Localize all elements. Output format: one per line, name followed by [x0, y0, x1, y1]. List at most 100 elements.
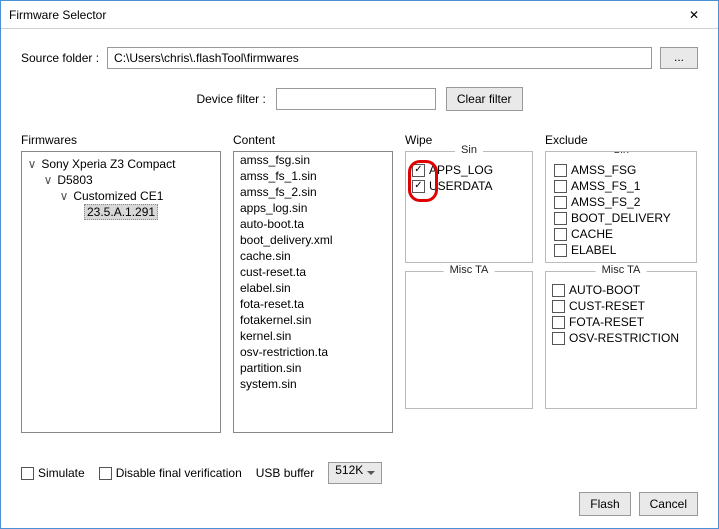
- source-row: Source folder : ...: [21, 47, 698, 69]
- close-button[interactable]: ✕: [674, 2, 714, 28]
- tree-node-version[interactable]: 23.5.A.1.291: [24, 204, 218, 220]
- checkbox-icon: [554, 228, 567, 241]
- chevron-down-icon[interactable]: ∨: [26, 157, 38, 171]
- exclude-column: Exclude Sin AMSS_FSGAMSS_FS_1AMSS_FS_2BO…: [545, 133, 697, 433]
- checkbox-label: CUST-RESET: [569, 299, 645, 313]
- checkbox-icon: [552, 332, 565, 345]
- usb-buffer-select[interactable]: 512K: [328, 462, 382, 484]
- list-item[interactable]: amss_fs_2.sin: [234, 184, 392, 200]
- chevron-down-icon[interactable]: ∨: [42, 173, 54, 187]
- simulate-label: Simulate: [38, 466, 85, 480]
- tree-label: Customized CE1: [73, 189, 163, 203]
- checkbox-row[interactable]: APPS_LOG: [412, 162, 526, 178]
- device-filter-label: Device filter :: [196, 92, 265, 106]
- checkbox-row[interactable]: AUTO-BOOT: [552, 282, 690, 298]
- firmware-selector-window: Firmware Selector ✕ Source folder : ... …: [0, 0, 719, 529]
- list-item[interactable]: amss_fsg.sin: [234, 152, 392, 168]
- wipe-misc-group: Misc TA: [405, 271, 533, 409]
- main-columns: Firmwares ∨ Sony Xperia Z3 Compact ∨ D58…: [21, 133, 698, 433]
- browse-button[interactable]: ...: [660, 47, 698, 69]
- list-item[interactable]: osv-restriction.ta: [234, 344, 392, 360]
- checkbox-icon: [412, 180, 425, 193]
- usb-buffer-label: USB buffer: [256, 466, 314, 480]
- checkbox-label: ELABEL: [571, 243, 616, 257]
- checkbox-icon: [99, 467, 112, 480]
- group-title-misc: Misc TA: [596, 264, 647, 276]
- firmwares-tree[interactable]: ∨ Sony Xperia Z3 Compact ∨ D5803 ∨ Custo…: [21, 151, 221, 433]
- content-header: Content: [233, 133, 393, 147]
- checkbox-icon: [412, 164, 425, 177]
- list-item[interactable]: fotakernel.sin: [234, 312, 392, 328]
- list-item[interactable]: elabel.sin: [234, 280, 392, 296]
- flash-button[interactable]: Flash: [579, 492, 630, 516]
- checkbox-label: AMSS_FS_2: [571, 195, 640, 209]
- chevron-down-icon[interactable]: ∨: [58, 189, 70, 203]
- tree-node-variant[interactable]: ∨ Customized CE1: [24, 188, 218, 204]
- list-item[interactable]: boot_delivery.xml: [234, 232, 392, 248]
- checkbox-icon: [554, 180, 567, 193]
- dialog-body: Source folder : ... Device filter : Clea…: [1, 29, 718, 454]
- disable-final-verification-checkbox[interactable]: Disable final verification: [99, 465, 242, 481]
- list-item[interactable]: kernel.sin: [234, 328, 392, 344]
- simulate-checkbox[interactable]: Simulate: [21, 465, 85, 481]
- checkbox-row[interactable]: CACHE: [552, 226, 696, 242]
- checkbox-row[interactable]: BOOT_DELIVERY: [552, 210, 696, 226]
- checkbox-label: BOOT_DELIVERY: [571, 211, 671, 225]
- usb-buffer-value: 512K: [335, 463, 363, 477]
- device-filter-input[interactable]: [276, 88, 436, 110]
- list-item[interactable]: cust-reset.ta: [234, 264, 392, 280]
- list-item[interactable]: apps_log.sin: [234, 200, 392, 216]
- options-row: Simulate Disable final verification USB …: [1, 454, 718, 488]
- checkbox-icon: [554, 196, 567, 209]
- disable-final-label: Disable final verification: [116, 466, 242, 480]
- content-list[interactable]: amss_fsg.sinamss_fs_1.sinamss_fs_2.sinap…: [233, 151, 393, 433]
- checkbox-row[interactable]: AMSS_FS_1: [552, 178, 696, 194]
- checkbox-row[interactable]: USERDATA: [412, 178, 526, 194]
- group-title-sin: Sin: [455, 144, 483, 156]
- close-icon: ✕: [689, 8, 699, 22]
- list-item[interactable]: cache.sin: [234, 248, 392, 264]
- checkbox-label: AMSS_FSG: [571, 163, 636, 177]
- list-item[interactable]: auto-boot.ta: [234, 216, 392, 232]
- exclude-sin-group[interactable]: Sin AMSS_FSGAMSS_FS_1AMSS_FS_2BOOT_DELIV…: [545, 151, 697, 263]
- exclude-header: Exclude: [545, 133, 697, 147]
- tree-node-model[interactable]: ∨ D5803: [24, 172, 218, 188]
- tree-label-selected: 23.5.A.1.291: [84, 204, 158, 220]
- checkbox-label: AMSS_FS_1: [571, 179, 640, 193]
- exclude-sin-list: AMSS_FSG AMSS_FS_1 AMSS_FS_2 BOOT_DELIVERY C…: [552, 162, 696, 258]
- source-folder-input[interactable]: [107, 47, 652, 69]
- list-item[interactable]: partition.sin: [234, 360, 392, 376]
- checkbox-row[interactable]: FOTA-RESET: [552, 314, 690, 330]
- list-item[interactable]: amss_fs_1.sin: [234, 168, 392, 184]
- checkbox-row[interactable]: ELABEL: [552, 242, 696, 258]
- tree-label: D5803: [57, 173, 92, 187]
- wipe-sin-group: Sin APPS_LOGUSERDATA: [405, 151, 533, 263]
- checkbox-icon: [554, 244, 567, 257]
- checkbox-row[interactable]: OSV-RESTRICTION: [552, 330, 690, 346]
- checkbox-label: USERDATA: [429, 179, 493, 193]
- checkbox-label: FOTA-RESET: [569, 315, 644, 329]
- window-title: Firmware Selector: [9, 8, 674, 22]
- checkbox-icon: [554, 164, 567, 177]
- firmwares-column: Firmwares ∨ Sony Xperia Z3 Compact ∨ D58…: [21, 133, 221, 433]
- checkbox-row[interactable]: CUST-RESET: [552, 298, 690, 314]
- exclude-misc-group: Misc TA AUTO-BOOTCUST-RESETFOTA-RESETOSV…: [545, 271, 697, 409]
- checkbox-icon: [554, 212, 567, 225]
- checkbox-label: APPS_LOG: [429, 163, 493, 177]
- tree-label: Sony Xperia Z3 Compact: [41, 157, 175, 171]
- titlebar: Firmware Selector ✕: [1, 1, 718, 29]
- filter-row: Device filter : Clear filter: [21, 87, 698, 111]
- checkbox-label: CACHE: [571, 227, 613, 241]
- clear-filter-button[interactable]: Clear filter: [446, 87, 523, 111]
- list-item[interactable]: system.sin: [234, 376, 392, 392]
- checkbox-icon: [552, 316, 565, 329]
- wipe-sin-list: APPS_LOG USERDATA: [412, 162, 526, 194]
- checkbox-row[interactable]: AMSS_FS_2: [552, 194, 696, 210]
- checkbox-row[interactable]: AMSS_FSG: [552, 162, 696, 178]
- list-item[interactable]: fota-reset.ta: [234, 296, 392, 312]
- tree-node-device[interactable]: ∨ Sony Xperia Z3 Compact: [24, 156, 218, 172]
- cancel-button[interactable]: Cancel: [639, 492, 698, 516]
- checkbox-icon: [21, 467, 34, 480]
- wipe-column: Wipe Sin APPS_LOGUSERDATA Misc TA: [405, 133, 533, 433]
- checkbox-icon: [552, 300, 565, 313]
